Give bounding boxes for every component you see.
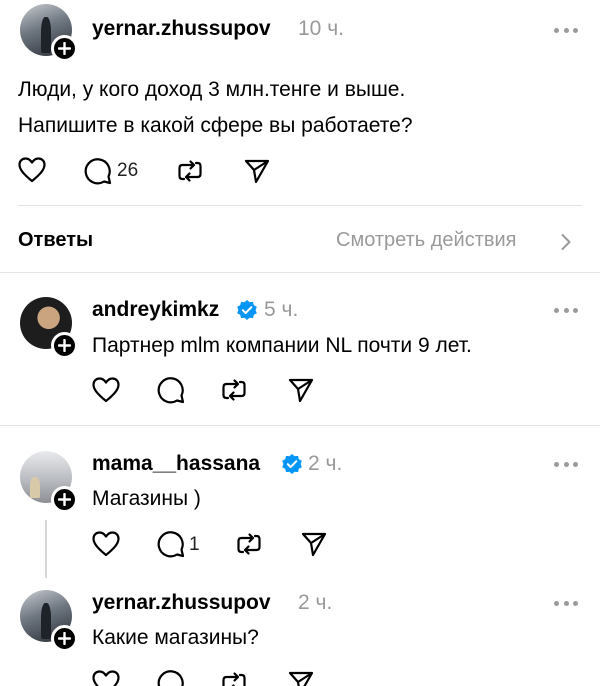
comment-icon[interactable] xyxy=(157,669,185,686)
share-icon[interactable] xyxy=(300,530,328,558)
repost-icon[interactable] xyxy=(220,669,248,686)
divider xyxy=(0,272,600,273)
reply-username[interactable]: andreykimkz xyxy=(92,298,219,322)
heart-icon[interactable] xyxy=(92,531,120,557)
verified-icon xyxy=(282,454,302,474)
more-icon[interactable] xyxy=(554,462,578,468)
reply-time: 5 ч. xyxy=(264,298,299,321)
verified-icon xyxy=(237,300,257,320)
more-icon[interactable] xyxy=(554,308,578,314)
follow-plus-icon[interactable] xyxy=(51,625,78,652)
heart-icon[interactable] xyxy=(92,377,120,403)
repost-icon[interactable] xyxy=(220,376,248,404)
post-username[interactable]: yernar.zhussupov xyxy=(92,17,271,41)
divider xyxy=(0,425,600,426)
post-time: 10 ч. xyxy=(298,17,344,40)
reply-count: 26 xyxy=(117,160,139,181)
reply-text: Магазины ) xyxy=(92,487,201,510)
more-icon[interactable] xyxy=(554,601,578,607)
comment-icon[interactable] xyxy=(157,530,185,558)
thread-line xyxy=(45,520,47,578)
reply-time: 2 ч. xyxy=(298,591,333,614)
replies-title: Ответы xyxy=(18,229,94,251)
activity-link[interactable]: Смотреть действия xyxy=(336,229,576,253)
reply-count: 1 xyxy=(189,534,200,555)
heart-icon[interactable] xyxy=(18,157,46,183)
post-text-line-1: Люди, у кого доход 3 млн.тенге и выше. xyxy=(18,78,406,101)
repost-icon[interactable] xyxy=(235,530,263,558)
divider xyxy=(18,205,582,206)
share-icon[interactable] xyxy=(243,157,271,185)
follow-plus-icon[interactable] xyxy=(51,332,78,359)
share-icon[interactable] xyxy=(287,669,315,686)
comment-icon[interactable] xyxy=(84,157,112,185)
more-icon[interactable] xyxy=(554,28,578,34)
reply-username[interactable]: yernar.zhussupov xyxy=(92,591,271,615)
reply-text: Какие магазины? xyxy=(92,626,259,649)
follow-plus-icon[interactable] xyxy=(51,486,78,513)
reply-time: 2 ч. xyxy=(308,452,343,475)
activity-link-label: Смотреть действия xyxy=(336,229,517,251)
comment-icon[interactable] xyxy=(157,376,185,404)
repost-icon[interactable] xyxy=(176,157,204,185)
follow-plus-icon[interactable] xyxy=(51,35,78,62)
reply-username[interactable]: mama__hassana xyxy=(92,452,260,476)
chevron-right-icon xyxy=(561,234,571,250)
reply-text: Партнер mlm компании NL почти 9 лет. xyxy=(92,334,472,357)
post-text-line-2: Напишите в какой сфере вы работаете? xyxy=(18,114,413,137)
heart-icon[interactable] xyxy=(92,670,120,686)
share-icon[interactable] xyxy=(287,376,315,404)
